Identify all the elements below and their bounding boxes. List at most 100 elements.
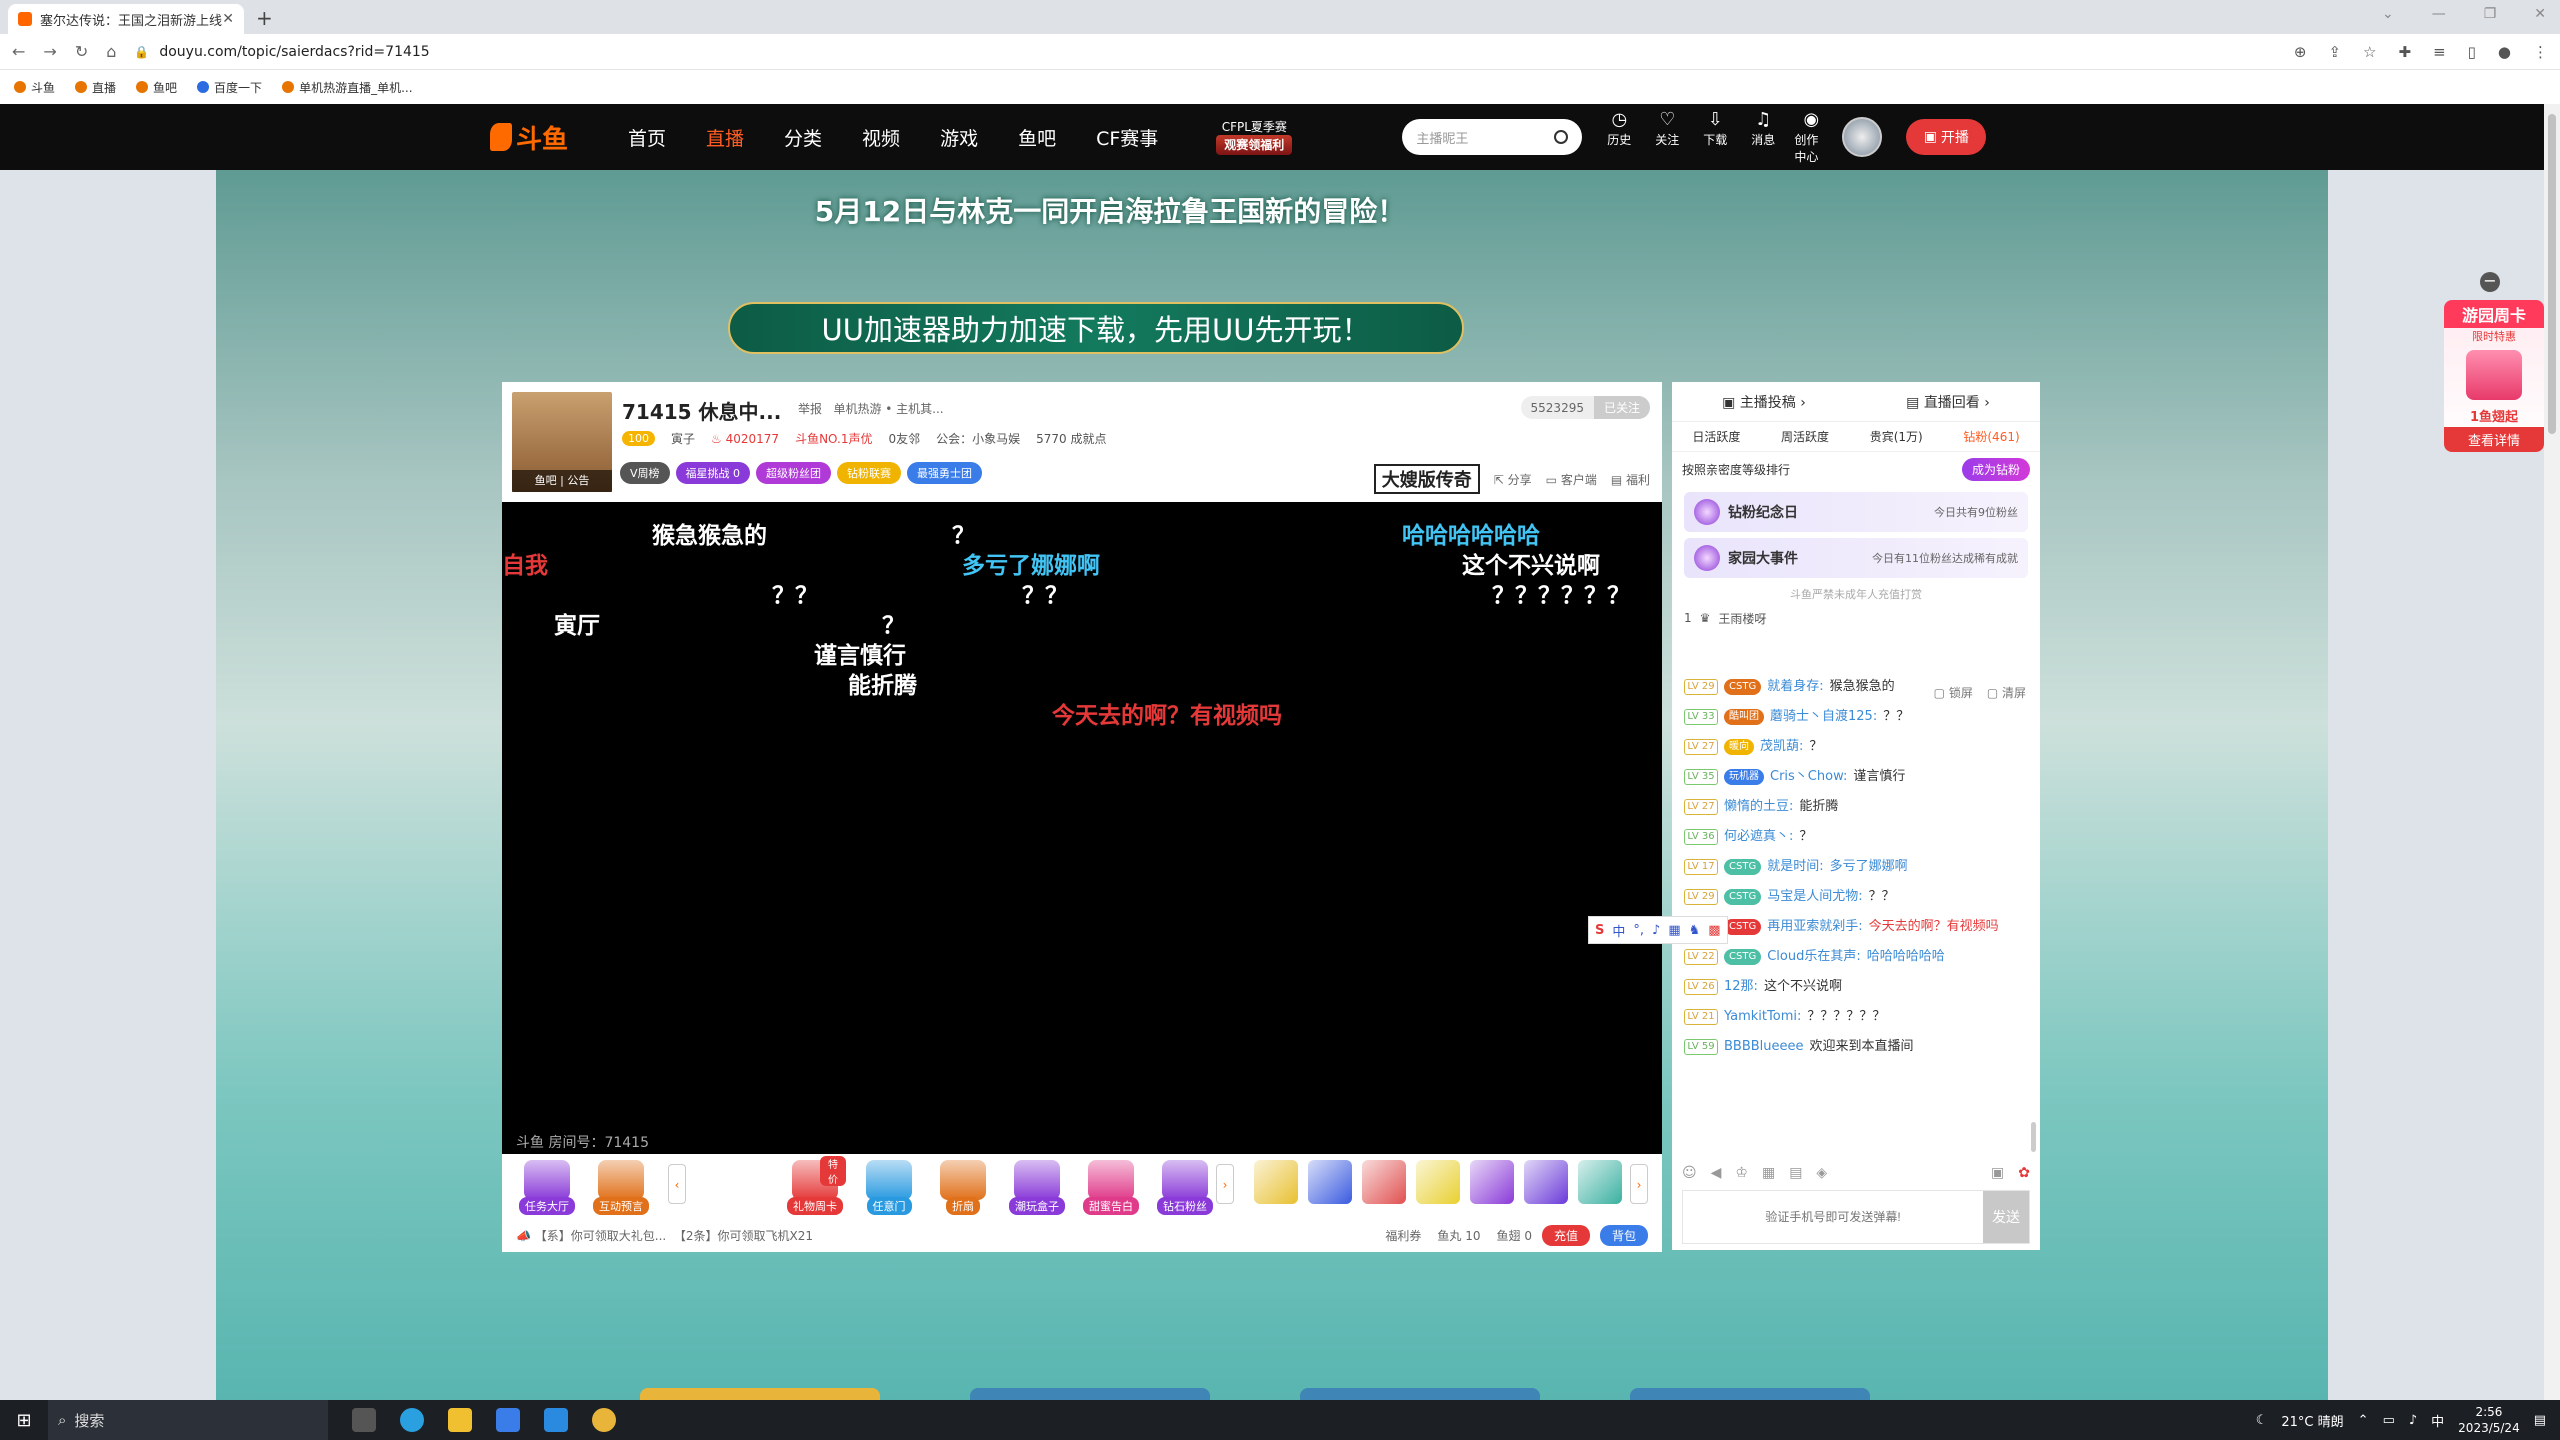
uu-banner[interactable]: UU加速器助力加速下载，先用UU先开玩！ bbox=[728, 302, 1464, 354]
backpack-item-icon[interactable] bbox=[1254, 1160, 1298, 1204]
volume-icon[interactable]: ♪ bbox=[2409, 1413, 2417, 1428]
menu-live[interactable]: 直播 bbox=[706, 124, 744, 151]
tab-daily[interactable]: 日活跃度 bbox=[1692, 428, 1740, 445]
gift-item[interactable]: 互动预言 bbox=[590, 1160, 652, 1215]
scroll-left-arrow[interactable]: ‹ bbox=[668, 1164, 686, 1204]
reading-list-icon[interactable]: ≡ bbox=[2433, 43, 2446, 61]
user-nickname[interactable]: 懒惰的土豆: bbox=[1724, 799, 1793, 814]
fan-badge[interactable]: 玩机器 bbox=[1724, 768, 1764, 785]
tray-chevron-icon[interactable]: ⌃ bbox=[2358, 1413, 2369, 1428]
menu-category[interactable]: 分类 bbox=[784, 124, 822, 151]
room-tag[interactable]: 福星挑战 0 bbox=[675, 462, 751, 484]
fan-badge[interactable]: CSTG bbox=[1724, 858, 1762, 875]
fan-badge[interactable]: CSTG bbox=[1724, 948, 1762, 965]
tray-ime[interactable]: 中 bbox=[2431, 1411, 2444, 1430]
user-nickname[interactable]: Cris丶Chow: bbox=[1770, 769, 1847, 784]
kebab-menu-icon[interactable]: ⋮ bbox=[2533, 43, 2548, 61]
restore-icon[interactable]: ❐ bbox=[2484, 6, 2497, 22]
sogou-logo[interactable]: S bbox=[1595, 923, 1604, 938]
chat-message[interactable]: LV 21 YamkitTomi: ？？？？？？ bbox=[1672, 1002, 2040, 1032]
star-icon[interactable]: ☆ bbox=[2363, 43, 2376, 61]
download-button[interactable]: ⇩ 下载 bbox=[1698, 109, 1732, 165]
creator-center-button[interactable]: ◉ 创作中心 bbox=[1794, 109, 1828, 165]
share-icon[interactable]: ⇪ bbox=[2328, 43, 2341, 61]
crown-icon[interactable]: ♔ bbox=[1735, 1165, 1748, 1181]
backpack-item-icon[interactable] bbox=[1362, 1160, 1406, 1204]
search-input[interactable]: 主播昵王 bbox=[1402, 119, 1583, 155]
chat-message[interactable]: LV 26 12那: 这个不兴说啊 bbox=[1672, 972, 2040, 1002]
page-scrollbar[interactable] bbox=[2544, 104, 2560, 1400]
home-icon[interactable]: ⌂ bbox=[106, 42, 116, 61]
card-icon[interactable]: ▤ bbox=[1789, 1165, 1802, 1181]
gift-item[interactable]: 潮玩盒子 bbox=[1006, 1160, 1068, 1215]
room-tag[interactable]: 钻粉联赛 bbox=[837, 462, 902, 484]
followed-button[interactable]: 已关注 bbox=[1593, 396, 1650, 419]
gift-icon[interactable]: ▦ bbox=[1762, 1165, 1775, 1181]
user-nickname[interactable]: 12那: bbox=[1724, 979, 1758, 994]
shirt-icon[interactable]: ♞ bbox=[1689, 923, 1701, 938]
red-packet-icon[interactable]: ✿ bbox=[2018, 1165, 2030, 1181]
chat-message[interactable]: LV 17 CSTG 就是时间: 多亏了娜娜啊 bbox=[1672, 852, 2040, 882]
windows-start-icon[interactable]: ⊞ bbox=[0, 1410, 48, 1431]
network-icon[interactable]: ▭ bbox=[2383, 1413, 2395, 1428]
bottom-tab[interactable] bbox=[970, 1388, 1210, 1400]
menu-game[interactable]: 游戏 bbox=[940, 124, 978, 151]
clear-screen-button[interactable]: ▢ 清屏 bbox=[1987, 684, 2026, 701]
chat-message[interactable]: LV 29 CSTG 马宝是人间尤物: ？？ bbox=[1672, 882, 2040, 912]
badge-icon[interactable]: ◈ bbox=[1816, 1165, 1827, 1181]
mic-icon[interactable]: ♪ bbox=[1652, 923, 1660, 938]
chat-message[interactable]: LV 27 暖向 茂凯葫: ？ bbox=[1672, 732, 2040, 762]
user-avatar[interactable] bbox=[1842, 117, 1883, 157]
client-button[interactable]: ▭ 客户端 bbox=[1546, 471, 1597, 488]
user-nickname[interactable]: BBBBlueeee bbox=[1724, 1039, 1804, 1054]
chrome-icon[interactable] bbox=[592, 1408, 616, 1432]
welfare-coupon[interactable]: 福利券 bbox=[1385, 1227, 1421, 1244]
anchor-avatar[interactable]: 鱼吧 | 公告 bbox=[512, 392, 612, 492]
scroll-right-arrow[interactable]: › bbox=[1216, 1164, 1234, 1204]
close-tab-icon[interactable]: ✕ bbox=[222, 11, 234, 27]
new-tab-button[interactable]: + bbox=[256, 6, 273, 30]
mail-icon[interactable] bbox=[544, 1408, 568, 1432]
avatar-tabs[interactable]: 鱼吧 | 公告 bbox=[512, 470, 612, 492]
side-panel-icon[interactable]: ▯ bbox=[2468, 43, 2476, 61]
honor-tag[interactable]: 斗鱼NO.1声优 bbox=[795, 430, 872, 447]
forward-arrow-icon[interactable]: → bbox=[43, 42, 56, 61]
share-button[interactable]: ⇱ 分享 bbox=[1494, 471, 1532, 488]
lock-screen-button[interactable]: ▢ 锁屏 bbox=[1934, 684, 1973, 701]
backpack-scroll-arrow[interactable]: › bbox=[1630, 1164, 1648, 1204]
chat-message[interactable]: LV 33 酷叫团 蘑骑士丶自渡125: ？？ bbox=[1672, 702, 2040, 732]
gift-item[interactable]: 折扇 bbox=[932, 1160, 994, 1215]
scrollbar-thumb[interactable] bbox=[2548, 114, 2556, 434]
chat-input[interactable] bbox=[1683, 1191, 1983, 1243]
menu-video[interactable]: 视频 bbox=[862, 124, 900, 151]
bottom-tab[interactable] bbox=[1630, 1388, 1870, 1400]
anchor-submission-tab[interactable]: ▣ 主播投稿 › bbox=[1722, 392, 1806, 412]
fan-badge[interactable]: CSTG bbox=[1724, 888, 1762, 905]
backpack-item-icon[interactable] bbox=[1578, 1160, 1622, 1204]
tab-diamond-fans[interactable]: 钻粉(461) bbox=[1963, 428, 2019, 445]
bottom-tab[interactable] bbox=[640, 1388, 880, 1400]
chat-message[interactable]: LV 35 玩机器 Cris丶Chow: 谨言慎行 bbox=[1672, 762, 2040, 792]
user-nickname[interactable]: 马宝是人间尤物: bbox=[1767, 889, 1862, 904]
gift-item[interactable]: 钻石粉丝 bbox=[1154, 1160, 1216, 1215]
user-nickname[interactable]: 蘑骑士丶自渡125: bbox=[1770, 709, 1877, 724]
browser-tab[interactable]: 塞尔达传说：王国之泪新游上线 ✕ bbox=[8, 4, 244, 34]
chat-messages[interactable]: LV 29 CSTG 就着身存: 猴急猴急的 LV 33 酷叫团 蘑骑士丶自渡125:？？ L… bbox=[1672, 672, 2040, 1142]
notification-icon[interactable]: ▤ bbox=[2534, 1413, 2546, 1428]
family-event[interactable]: 家园大事件 今日有11位粉丝达成稀有成就 bbox=[1684, 538, 2028, 578]
diamond-anniversary[interactable]: 钻粉纪念日 今日共有9位粉丝 bbox=[1684, 492, 2028, 532]
user-nickname[interactable]: 茂凯葫: bbox=[1760, 739, 1803, 754]
become-diamond-fan-button[interactable]: 成为钻粉 bbox=[1961, 457, 2030, 481]
close-window-icon[interactable]: ✕ bbox=[2534, 6, 2546, 22]
sponsor-logo[interactable]: 大嫂版传奇 bbox=[1373, 464, 1480, 494]
bottom-tab[interactable] bbox=[1300, 1388, 1540, 1400]
cfpl-promo[interactable]: CFPL夏季赛 观赛领福利 bbox=[1216, 119, 1293, 155]
extensions-icon[interactable]: ✚ bbox=[2398, 43, 2411, 61]
fan-badge[interactable]: 酷叫团 bbox=[1724, 708, 1764, 725]
user-nickname[interactable]: 就着身存: bbox=[1767, 679, 1823, 694]
chat-message[interactable]: LV 36 何必遮真丶: ？ bbox=[1672, 822, 2040, 852]
bookmark-item[interactable]: 鱼吧 bbox=[136, 79, 177, 96]
follow-widget[interactable]: 5523295 已关注 bbox=[1520, 396, 1650, 419]
megaphone-icon[interactable]: ◀ bbox=[1711, 1165, 1722, 1181]
chat-message[interactable]: LV 59 BBBBlueeee 欢迎来到本直播间 bbox=[1672, 1032, 2040, 1062]
